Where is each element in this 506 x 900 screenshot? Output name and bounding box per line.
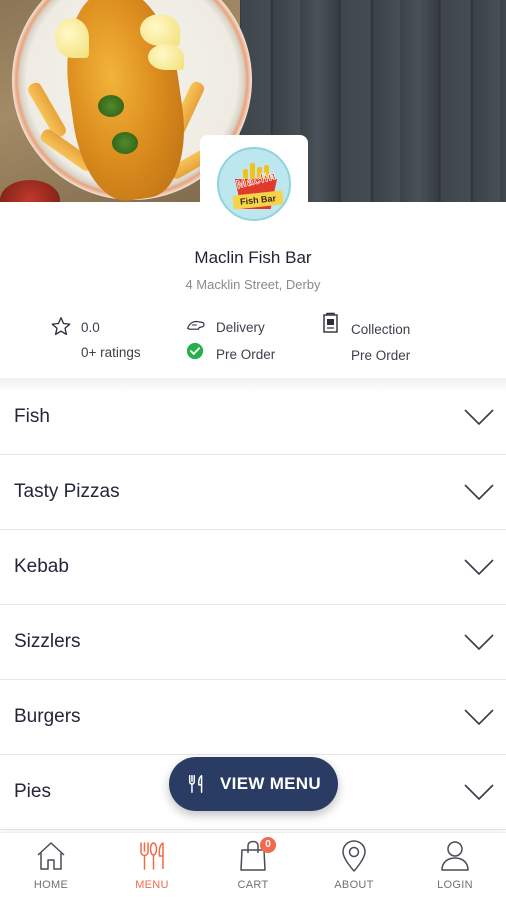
shop-name: Maclin Fish Bar xyxy=(194,248,312,267)
nav-menu-label: MENU xyxy=(135,879,169,891)
parsley xyxy=(98,95,124,117)
category-row[interactable]: Burgers xyxy=(0,680,506,755)
rating-value: 0.0 xyxy=(81,320,100,335)
delivery-status: Pre Order xyxy=(216,347,276,362)
view-menu-button[interactable]: VIEW MENU xyxy=(169,757,338,811)
home-icon xyxy=(37,842,65,870)
category-label: Kebab xyxy=(14,556,69,577)
category-label: Tasty Pizzas xyxy=(14,481,120,502)
shop-address: 4 Macklin Street, Derby xyxy=(185,277,321,292)
nav-menu[interactable]: MENU xyxy=(112,839,192,899)
rating-stat: 0.0 0+ ratings xyxy=(50,316,160,366)
chevron-down-icon[interactable] xyxy=(464,783,494,801)
cart-count-badge: 0 xyxy=(260,837,276,853)
cutlery-icon xyxy=(188,775,203,793)
collection-status: Pre Order xyxy=(351,348,411,363)
nav-about[interactable]: ABOUT xyxy=(314,839,394,899)
chevron-down-icon[interactable] xyxy=(464,708,494,726)
delivery-stat: Delivery Pre Order xyxy=(186,316,306,366)
collection-icon xyxy=(323,312,338,333)
nav-home-label: HOME xyxy=(33,879,69,891)
nav-about-label: ABOUT xyxy=(334,879,374,891)
category-row[interactable]: Kebab xyxy=(0,530,506,605)
category-label: Fish xyxy=(14,406,50,427)
collection-stat: Collection Pre Order xyxy=(321,312,441,366)
lemon-wedge xyxy=(140,14,180,46)
bottom-nav: HOME MENU 0 CART ABOUT LOGIN xyxy=(0,832,506,900)
shop-logo-card: Maclin Fish Bar xyxy=(200,135,308,235)
chevron-down-icon[interactable] xyxy=(464,483,494,501)
delivery-label: Delivery xyxy=(216,320,265,335)
chevron-down-icon[interactable] xyxy=(464,633,494,651)
parsley xyxy=(112,132,138,154)
collection-label: Collection xyxy=(351,322,411,337)
lemon-wedge xyxy=(55,18,89,58)
user-icon xyxy=(441,841,469,871)
lemon-wedge xyxy=(148,44,184,70)
nav-login[interactable]: LOGIN xyxy=(415,839,495,899)
shop-logo: Maclin Fish Bar xyxy=(217,147,291,221)
category-row[interactable]: Tasty Pizzas xyxy=(0,455,506,530)
nav-cart[interactable]: 0 CART xyxy=(213,837,293,899)
nav-login-label: LOGIN xyxy=(437,879,473,891)
cutlery-icon xyxy=(140,842,164,870)
view-menu-label: VIEW MENU xyxy=(220,774,321,793)
chevron-down-icon[interactable] xyxy=(464,558,494,576)
category-label: Burgers xyxy=(14,706,81,727)
star-icon xyxy=(51,317,71,336)
check-circle-icon xyxy=(186,342,204,360)
nav-home[interactable]: HOME xyxy=(11,839,91,899)
category-label: Pies xyxy=(14,781,51,802)
location-pin-icon xyxy=(342,840,366,872)
delivery-icon xyxy=(187,320,205,330)
category-row[interactable]: Sizzlers xyxy=(0,605,506,680)
category-label: Sizzlers xyxy=(14,631,81,652)
category-row[interactable]: Fish xyxy=(0,380,506,455)
nav-cart-label: CART xyxy=(237,879,269,891)
chevron-down-icon[interactable] xyxy=(464,408,494,426)
rating-count: 0+ ratings xyxy=(81,345,141,360)
